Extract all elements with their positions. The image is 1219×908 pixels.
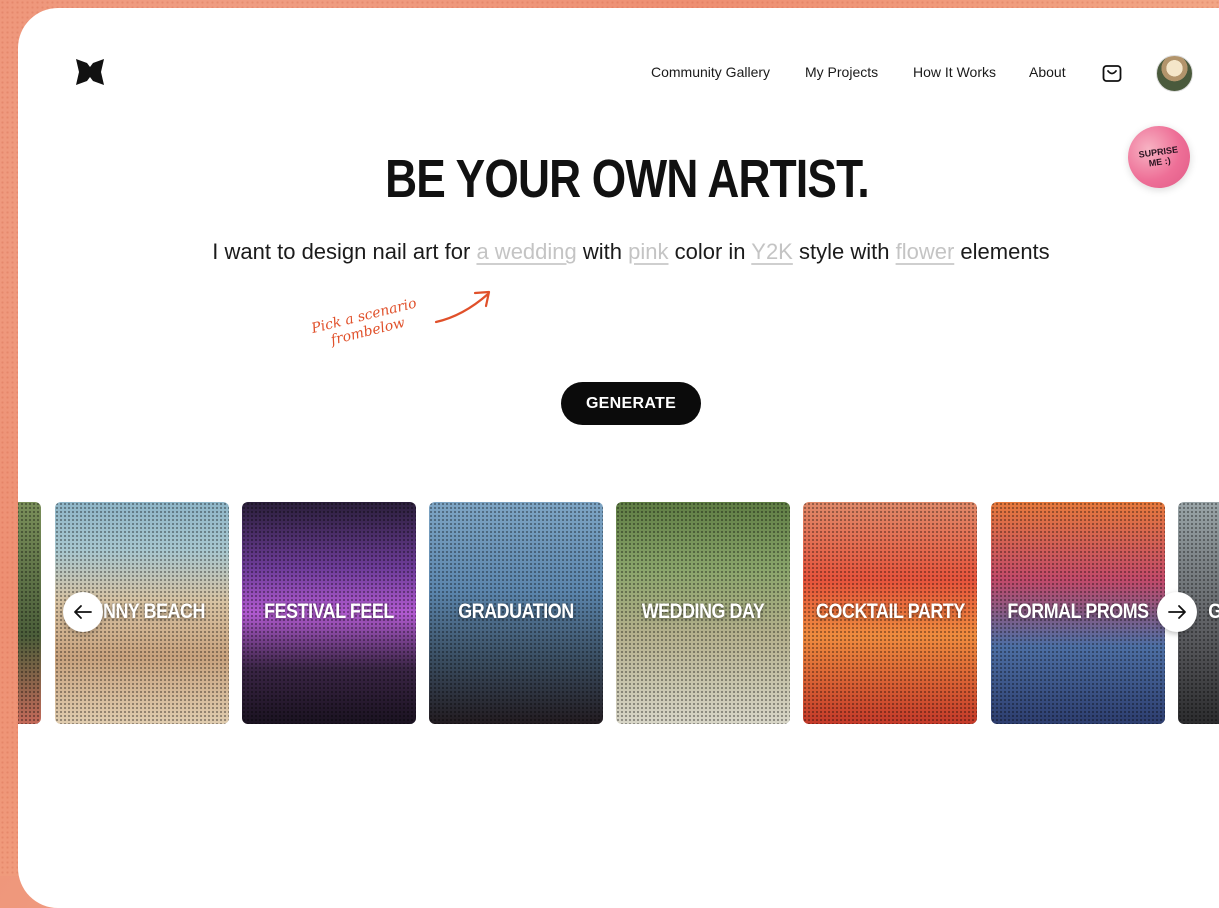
generate-button[interactable]: GENERATE — [561, 382, 701, 425]
prompt-text: color in — [674, 239, 746, 264]
element-slot[interactable]: flower — [896, 239, 955, 264]
scenario-card-wedding-day[interactable]: WEDDING DAY — [616, 502, 790, 724]
user-avatar[interactable] — [1156, 55, 1193, 92]
prompt-text: I want to design nail art for — [212, 239, 471, 264]
carousel-next-button[interactable] — [1157, 592, 1197, 632]
color-slot[interactable]: pink — [628, 239, 668, 264]
nav-about[interactable]: About — [1029, 64, 1066, 80]
prompt-text: with — [582, 239, 623, 264]
occasion-slot[interactable]: a wedding — [476, 239, 576, 264]
prompt-sentence: I want to design nail art for a wedding … — [18, 239, 1219, 265]
style-slot[interactable]: Y2K — [751, 239, 793, 264]
arrow-left-icon — [74, 605, 92, 619]
carousel-prev-button[interactable] — [63, 592, 103, 632]
arrow-right-icon — [1168, 605, 1186, 619]
surprise-me-button[interactable]: SUPRISE ME :) — [1123, 121, 1195, 193]
shopping-bag-icon[interactable] — [1101, 62, 1123, 84]
scenario-label: GRADUATION — [458, 600, 574, 623]
scenario-card-graduation[interactable]: GRADUATION — [429, 502, 603, 724]
nav-how-it-works[interactable]: How It Works — [913, 64, 996, 80]
halftone-overlay — [18, 502, 41, 724]
scenario-label: WEDDING DAY — [641, 600, 765, 623]
prompt-text: elements — [960, 239, 1050, 264]
scenario-label: FORMAL PROMS — [1007, 600, 1149, 623]
bowtie-logo-icon[interactable] — [75, 58, 105, 86]
scenario-label: COCKTAIL PARTY — [816, 600, 965, 623]
scenario-card-formal-proms[interactable]: FORMAL PROMS — [991, 502, 1165, 724]
nav-community-gallery[interactable]: Community Gallery — [651, 64, 770, 80]
scenario-card-cocktail-party[interactable]: COCKTAIL PARTY — [803, 502, 977, 724]
scenario-card-festival-feel[interactable]: FESTIVAL FEEL — [242, 502, 416, 724]
hint-arrow-icon — [434, 290, 491, 324]
prompt-text: style with — [798, 239, 890, 264]
scenario-label: GR — [1208, 600, 1219, 624]
main-card: Community Gallery My Projects How It Wor… — [18, 8, 1219, 908]
scenario-label: FESTIVAL FEEL — [264, 600, 394, 623]
hero-title: BE YOUR OWN ARTIST. — [385, 149, 870, 209]
scenario-hint: Pick a scenario frombelow — [294, 292, 438, 357]
nav-my-projects[interactable]: My Projects — [805, 64, 878, 80]
scenario-card-partial-left[interactable] — [18, 502, 41, 724]
